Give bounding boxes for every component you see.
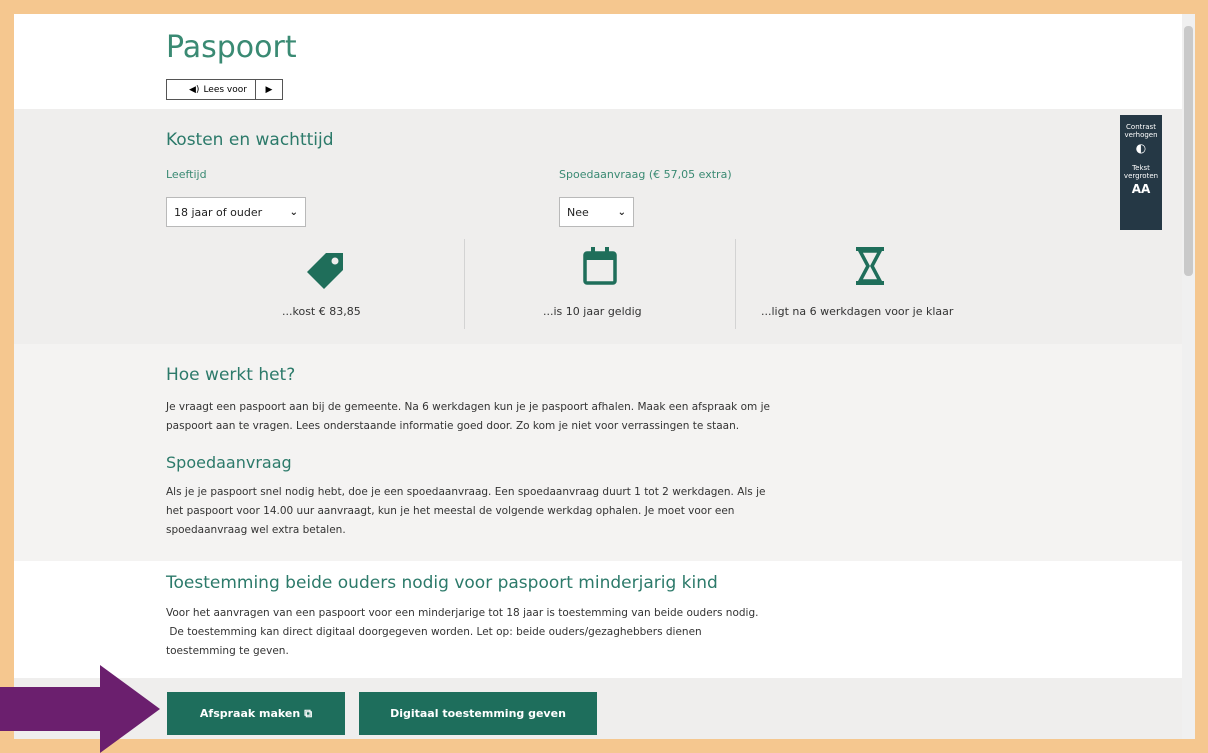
read-aloud-button[interactable]: ◀) Lees voor xyxy=(167,80,256,99)
calendar-icon xyxy=(583,247,617,285)
pointer-arrow-icon xyxy=(0,665,160,753)
tag-icon xyxy=(307,253,343,289)
accessibility-toolbar[interactable]: Contrast verhogen ◐ Tekst vergroten AA xyxy=(1120,115,1162,230)
contrast-icon: ◐ xyxy=(1135,141,1147,156)
speaker-icon: ◀) xyxy=(189,84,200,95)
divider xyxy=(464,239,465,329)
how-heading: Hoe werkt het? xyxy=(166,365,296,385)
consent-paragraph: Voor het aanvragen van een paspoort voor… xyxy=(166,607,759,657)
rush-select-value: Nee xyxy=(567,205,589,219)
text-size-icon: AA xyxy=(1131,181,1151,196)
browser-viewport: Paspoort ◀) Lees voor ▶ Kosten en wachtt… xyxy=(14,14,1195,739)
read-aloud-bar[interactable]: ◀) Lees voor ▶ xyxy=(166,79,283,100)
ready-text: ...ligt na 6 werkdagen voor je klaar xyxy=(761,305,954,318)
age-select-value: 18 jaar of ouder xyxy=(174,205,263,219)
digital-consent-button[interactable]: Digitaal toestemming geven xyxy=(359,692,597,735)
hourglass-icon xyxy=(856,247,884,285)
rush-paragraph: Als je je paspoort snel nodig hebt, doe … xyxy=(166,486,766,536)
play-icon[interactable]: ▶ xyxy=(256,80,282,99)
rush-select[interactable]: Nee ⌄ xyxy=(559,197,634,227)
digital-consent-label: Digitaal toestemming geven xyxy=(390,707,566,720)
appointment-label: Afspraak maken xyxy=(199,707,301,720)
age-label: Leeftijd xyxy=(166,168,207,181)
divider xyxy=(735,239,736,329)
rush-heading: Spoedaanvraag xyxy=(166,453,292,472)
scrollbar[interactable] xyxy=(1182,14,1195,739)
validity-text: ...is 10 jaar geldig xyxy=(543,305,642,318)
text-size-label[interactable]: Tekst vergroten AA xyxy=(1120,164,1162,197)
how-paragraph: Je vraagt een paspoort aan bij de gemeen… xyxy=(166,401,770,432)
read-aloud-label: Lees voor xyxy=(203,84,247,95)
appointment-button[interactable]: Afspraak maken ⧉ xyxy=(167,692,345,735)
scrollbar-thumb[interactable] xyxy=(1184,26,1193,276)
external-link-icon: ⧉ xyxy=(304,706,313,720)
consent-heading: Toestemming beide ouders nodig voor pasp… xyxy=(166,573,718,593)
age-select[interactable]: 18 jaar of ouder ⌄ xyxy=(166,197,306,227)
rush-label: Spoedaanvraag (€ 57,05 extra) xyxy=(559,168,732,181)
page-title: Paspoort xyxy=(166,30,297,65)
chevron-down-icon: ⌄ xyxy=(289,206,298,218)
contrast-label[interactable]: Contrast verhogen ◐ xyxy=(1120,123,1162,156)
chevron-down-icon: ⌄ xyxy=(617,206,626,218)
cost-text: ...kost € 83,85 xyxy=(282,305,361,318)
costs-heading: Kosten en wachttijd xyxy=(166,130,334,150)
